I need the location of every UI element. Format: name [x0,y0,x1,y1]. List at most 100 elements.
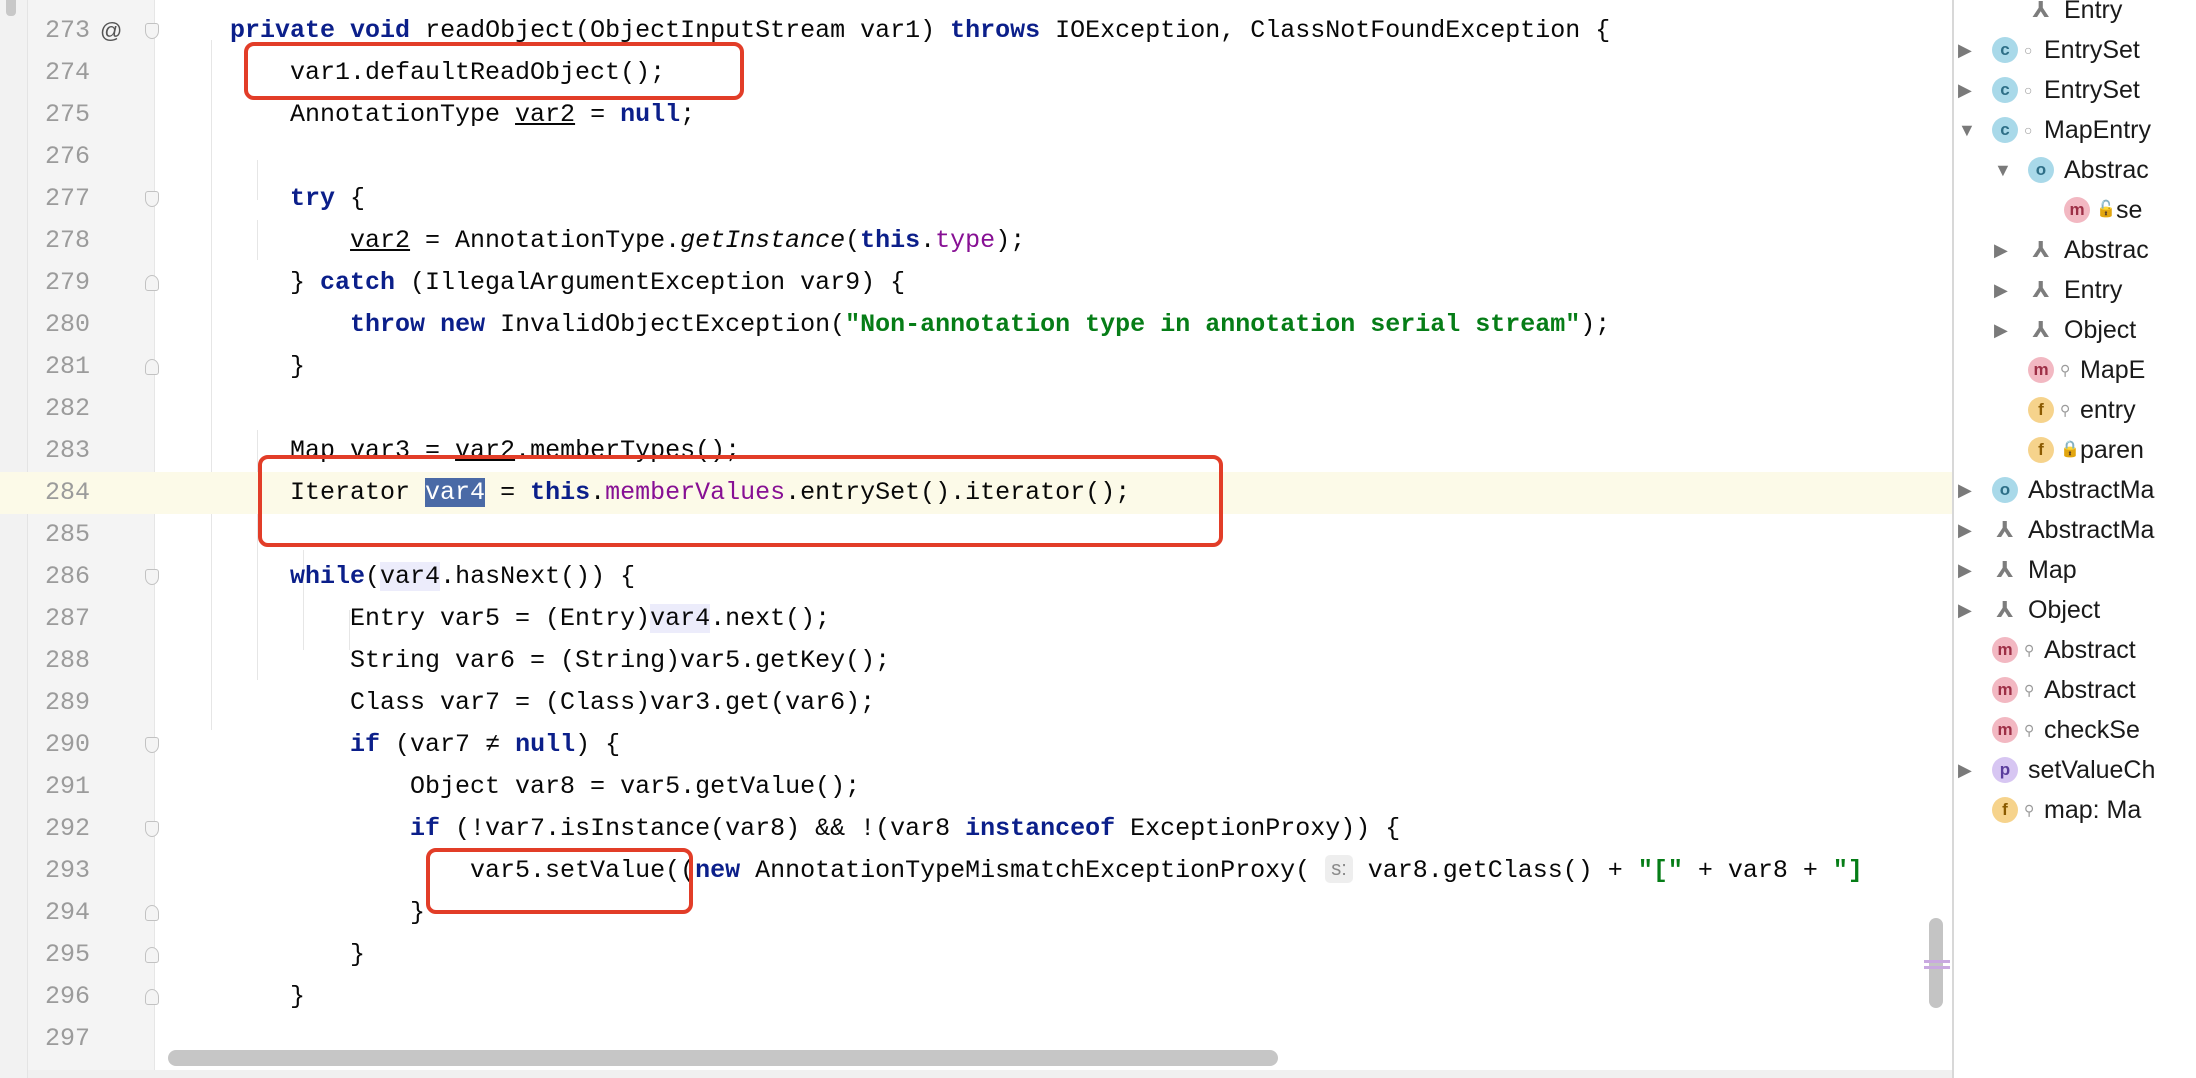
code-line[interactable]: 279 } catch (IllegalArgumentException va… [0,262,1952,304]
horizontal-scrollbar[interactable] [168,1046,1952,1070]
expand-right-arrow-icon[interactable]: ▶ [1994,270,2016,310]
code-line[interactable]: 293 var5.setValue((new AnnotationTypeMis… [0,850,1952,892]
structure-node[interactable]: f ⚲ map: Ma [1954,790,2196,830]
structure-node[interactable]: m ⚲ Abstract [1954,670,2196,710]
expand-down-arrow-icon[interactable]: ▼ [1994,150,2016,190]
line-number: 291 [44,772,90,801]
fold-marker[interactable] [145,905,159,921]
code-text: } [230,352,306,381]
code-text: Object var8 = var5.getValue(); [230,772,861,801]
code-line[interactable]: 286 while(var4.hasNext()) { [0,556,1952,598]
structure-node[interactable]: ▶ p setValueCh [1954,750,2196,790]
expand-right-arrow-icon[interactable]: ▶ [1958,550,1980,590]
code-text: } catch (IllegalArgumentException var9) … [230,268,906,297]
inheritance-icon: ⅄ [2032,277,2050,302]
structure-node-label: Abstrac [2064,156,2149,184]
fold-marker[interactable] [145,23,159,39]
structure-node-label: setValueCh [2028,756,2156,784]
code-line[interactable]: 280 throw new InvalidObjectException("No… [0,304,1952,346]
code-line[interactable]: 290 if (var7 ≠ null) { [0,724,1952,766]
structure-node[interactable]: m ⚲ MapE [1954,350,2196,390]
structure-node-label: entry [2080,396,2136,424]
expand-right-arrow-icon[interactable]: ▶ [1958,470,1980,510]
structure-node[interactable]: ▼ o Abstrac [1954,150,2196,190]
expand-right-arrow-icon[interactable]: ▶ [1958,510,1980,550]
structure-node[interactable]: ▶ o AbstractMa [1954,470,2196,510]
structure-node-label: EntrySet [2044,36,2140,64]
override-annotation-marker[interactable]: @ [100,10,122,52]
code-line[interactable]: 275 AnnotationType var2 = null; [0,94,1952,136]
code-text: } [230,982,306,1011]
code-line[interactable]: 294 } [0,892,1952,934]
expand-right-arrow-icon[interactable]: ▶ [1958,750,1980,790]
structure-panel[interactable]: ⅄ Entry ▶ c ○ EntrySet ▶ c ○ EntrySet ▼ c ○ MapEntry ▼… [1954,0,2196,1078]
code-line[interactable]: 296 } [0,976,1952,1018]
line-number: 292 [44,814,90,843]
code-text: Entry var5 = (Entry)var4.next(); [230,604,831,633]
structure-node[interactable]: ▶ c ○ EntrySet [1954,70,2196,110]
structure-node[interactable]: ▶ ⅄ AbstractMa [1954,510,2196,550]
structure-node[interactable]: m ⚲ checkSe [1954,710,2196,750]
code-line[interactable]: 276 [0,136,1952,178]
structure-node-label: paren [2080,436,2144,464]
code-line[interactable]: 289 Class var7 = (Class)var3.get(var6); [0,682,1952,724]
inheritance-icon: ⅄ [2032,237,2050,262]
structure-node[interactable]: ▶ ⅄ Object [1954,310,2196,350]
fold-marker[interactable] [145,947,159,963]
fold-marker[interactable] [145,821,159,837]
line-number: 288 [44,646,90,675]
visibility-circle-icon: ○ [2024,82,2033,98]
highlight-box-defaultReadObject [244,42,744,100]
structure-node[interactable]: ▼ c ○ MapEntry [1954,110,2196,150]
structure-node[interactable]: f ⚲ entry [1954,390,2196,430]
package-private-icon: ⚲ [2024,682,2035,698]
package-private-icon: ⚲ [2024,642,2035,658]
structure-node[interactable]: ▶ c ○ EntrySet [1954,30,2196,70]
expand-right-arrow-icon[interactable]: ▶ [1958,70,1980,110]
structure-node[interactable]: m ⚲ Abstract [1954,630,2196,670]
structure-node[interactable]: ▶ ⅄ Object [1954,590,2196,630]
expand-down-arrow-icon[interactable]: ▼ [1958,110,1980,150]
code-line[interactable]: 295 } [0,934,1952,976]
expand-right-arrow-icon[interactable]: ▶ [1994,230,2016,270]
fold-marker[interactable] [145,275,159,291]
fold-marker[interactable] [145,737,159,753]
fold-marker[interactable] [145,989,159,1005]
field-icon: f [2028,437,2054,463]
structure-node[interactable]: m 🔓 se [1954,190,2196,230]
expand-right-arrow-icon[interactable]: ▶ [1958,30,1980,70]
parameter-hint: s: [1325,855,1353,883]
line-number: 295 [44,940,90,969]
structure-node-label: se [2116,196,2143,224]
code-text: } [230,898,426,927]
fold-marker[interactable] [145,569,159,585]
code-line[interactable]: 277 try { [0,178,1952,220]
error-stripe-marks[interactable] [1924,960,1950,972]
class-icon: c [1992,77,2018,103]
fold-marker[interactable] [145,191,159,207]
line-number: 283 [44,436,90,465]
structure-node[interactable]: ⅄ Entry [1954,0,2196,30]
expand-right-arrow-icon[interactable]: ▶ [1994,310,2016,350]
structure-node[interactable]: f 🔒 paren [1954,430,2196,470]
code-text: var2 = AnnotationType.getInstance(this.t… [350,226,1026,255]
structure-node[interactable]: ▶ ⅄ Entry [1954,270,2196,310]
code-line[interactable]: 291 Object var8 = var5.getValue(); [0,766,1952,808]
horizontal-scroll-thumb[interactable] [168,1050,1278,1066]
package-private-icon: ⚲ [2024,802,2035,818]
code-line[interactable]: 287 Entry var5 = (Entry)var4.next(); [0,598,1952,640]
structure-node[interactable]: ▶ ⅄ Map [1954,550,2196,590]
highlight-box-iterator [258,455,1223,547]
method-icon: m [1992,717,2018,743]
structure-node[interactable]: ▶ ⅄ Abstrac [1954,230,2196,270]
expand-right-arrow-icon[interactable]: ▶ [1958,590,1980,630]
line-number: 275 [44,100,90,129]
fold-marker[interactable] [145,359,159,375]
code-line[interactable]: 282 [0,388,1952,430]
code-line[interactable]: 288 String var6 = (String)var5.getKey(); [0,640,1952,682]
code-text: try { [290,184,366,213]
code-editor[interactable]: 273 @ private void readObject(ObjectInpu… [0,0,1952,1078]
code-line[interactable]: 278 var2 = AnnotationType.getInstance(th… [0,220,1952,262]
code-line[interactable]: 281 } [0,346,1952,388]
code-line[interactable]: 292 if (!var7.isInstance(var8) && !(var8… [0,808,1952,850]
